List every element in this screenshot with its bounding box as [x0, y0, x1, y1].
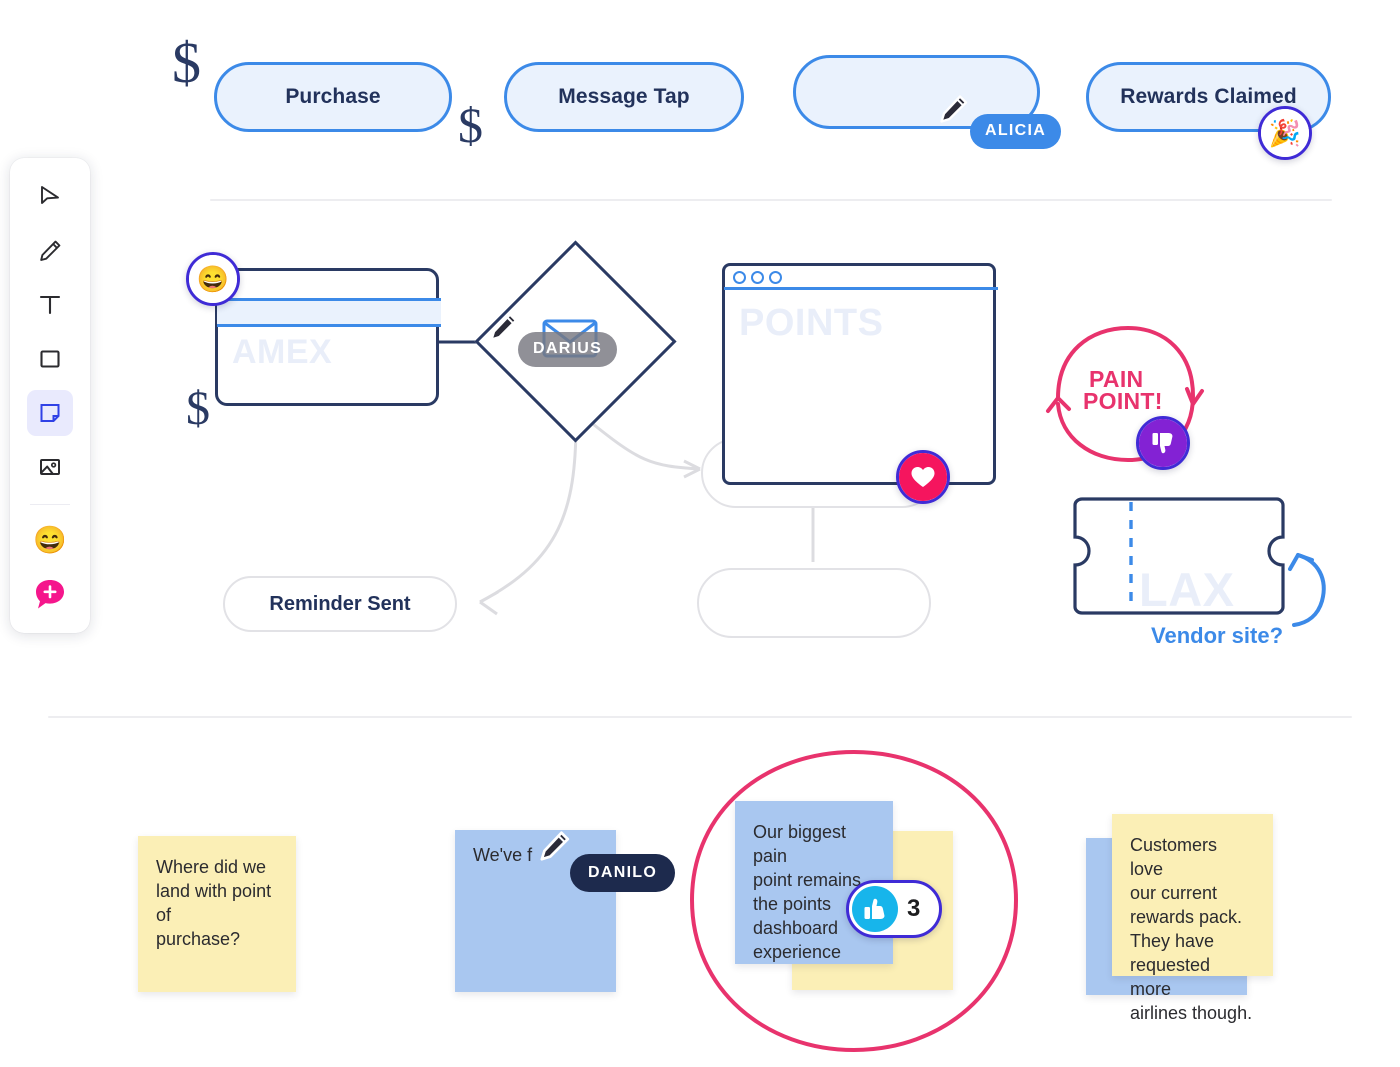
dollar-doodle-1: $ [172, 30, 201, 95]
flow-node-message-tap[interactable]: Message Tap [504, 62, 744, 132]
flow-node-purchase[interactable]: Purchase [214, 62, 452, 132]
reaction-grinning-face[interactable]: 😄 [186, 252, 240, 306]
image-icon [40, 459, 60, 475]
vendor-site-arrow-icon [1288, 553, 1326, 627]
text-tool[interactable] [27, 282, 73, 328]
comment-plus-icon [36, 580, 64, 609]
browser-dot-2 [751, 271, 764, 284]
cursor-arrow-icon [41, 186, 59, 204]
reaction-heart[interactable] [896, 450, 950, 504]
select-tool[interactable] [27, 174, 73, 220]
pain-point-label-line2: POINT! [1083, 388, 1163, 414]
whiteboard-canvas[interactable]: 😄 $ $ $ Purchase Message Tap ALICIA Rewa… [0, 0, 1400, 1067]
reaction-thumbs-up[interactable]: 3 [846, 880, 943, 938]
tool-palette[interactable]: 😄 [10, 158, 90, 633]
browser-titlebar [724, 265, 998, 290]
card-stripe [217, 298, 441, 327]
heart-glyph-icon [911, 467, 935, 487]
text-t-icon [39, 295, 61, 315]
emoji-tool[interactable]: 😄 [27, 517, 73, 563]
thumbs-down-icon [1139, 419, 1187, 467]
shape-tool[interactable] [27, 336, 73, 382]
sticky-note-tool[interactable] [27, 390, 73, 436]
pencil-cursor-icon [540, 831, 570, 861]
square-icon [40, 350, 60, 368]
thumbs-up-icon [852, 886, 898, 932]
collaborator-badge-alicia: ALICIA [970, 114, 1062, 149]
sticky-note-rewards-pack[interactable]: Customers love our current rewards pack.… [1112, 814, 1273, 1023]
collaborator-badge-darius: DARIUS [518, 332, 618, 367]
ticket-ghost-label: LAX [1139, 563, 1235, 616]
image-tool[interactable] [27, 444, 73, 490]
section-divider-top [210, 199, 1332, 201]
pencil-cursor-icon [940, 95, 968, 123]
grinning-face-emoji: 😄 [33, 524, 67, 555]
sticky-note-point-of-purchase[interactable]: Where did we land with point of purchase… [138, 836, 296, 992]
thumbs-up-glyph-icon [864, 898, 885, 919]
browser-dot-1 [733, 271, 746, 284]
reaction-count: 3 [907, 895, 921, 922]
grinning-face-emoji: 😄 [189, 255, 237, 303]
comment-tool[interactable] [27, 571, 73, 617]
pencil-icon [40, 240, 61, 261]
collaborator-badge-danilo: DANILO [570, 854, 676, 892]
credit-card-shape[interactable]: AMEX [215, 268, 441, 406]
browser-window-shape[interactable]: POINTS [722, 263, 998, 485]
pen-tool[interactable] [27, 228, 73, 274]
reaction-party-popper[interactable]: 🎉 [1258, 106, 1312, 160]
browser-dot-3 [769, 271, 782, 284]
heart-icon [899, 453, 947, 501]
party-popper-emoji: 🎉 [1261, 109, 1309, 157]
credit-card-ghost-label: AMEX [232, 333, 333, 371]
flow-empty-pill-2[interactable] [697, 568, 931, 638]
toolbar-divider [30, 504, 70, 505]
browser-ghost-label: POINTS [739, 302, 884, 344]
dollar-doodle-2: $ [458, 97, 483, 153]
thumbs-down-glyph-icon [1152, 433, 1173, 454]
sticky-note-icon [40, 404, 60, 422]
pencil-cursor-icon [490, 313, 518, 341]
reaction-thumbs-down[interactable] [1136, 416, 1190, 470]
section-divider-bottom [48, 716, 1352, 718]
